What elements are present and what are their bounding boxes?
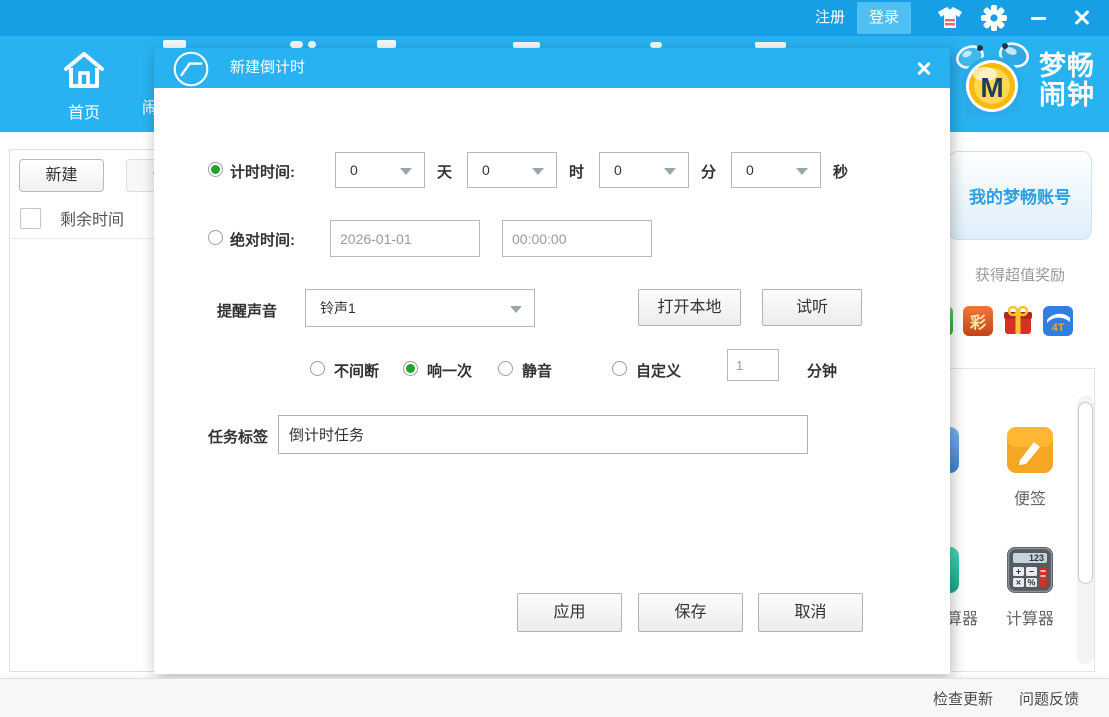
countdown-clock-icon — [162, 50, 220, 93]
topbar: 注册 登录 — [0, 0, 1109, 36]
custom-minutes-unit: 分钟 — [807, 360, 837, 381]
preview-sound-button[interactable]: 试听 — [762, 289, 862, 326]
promo-gift-icon[interactable] — [1003, 306, 1033, 336]
chevron-down-icon — [796, 168, 808, 175]
ring-continuous-radio[interactable] — [310, 361, 325, 376]
column-remaining-time: 剩余时间 — [60, 206, 124, 230]
chevron-down-icon — [400, 168, 412, 175]
cancel-button[interactable]: 取消 — [758, 593, 863, 632]
save-button[interactable]: 保存 — [638, 593, 743, 632]
feedback-link[interactable]: 问题反馈 — [1019, 688, 1079, 709]
hours-dropdown[interactable]: 0 — [467, 152, 557, 188]
sound-label: 提醒声音 — [217, 300, 277, 321]
login-link[interactable]: 登录 — [857, 2, 911, 34]
ring-once-label[interactable]: 响一次 — [427, 360, 472, 381]
new-countdown-dialog: 新建倒计时 计时时间: 0 天 0 时 0 分 0 秒 绝对时间: 2026-0… — [154, 48, 950, 674]
minimize-button[interactable] — [1023, 3, 1053, 33]
dialog-title: 新建倒计时 — [230, 48, 305, 88]
nav-icon-fragment — [308, 41, 316, 48]
promo-4t-icon[interactable]: 4T — [1043, 306, 1073, 336]
skin-shirt-icon[interactable] — [935, 3, 965, 33]
svg-text:×: × — [1016, 578, 1021, 588]
promo-lottery-icon[interactable]: 彩 — [963, 306, 993, 336]
app-window: 注册 登录 — [0, 0, 1109, 717]
rewards-title: 获得超值奖励 — [945, 264, 1095, 285]
alarm-clock-logo-icon: M — [953, 42, 1033, 120]
task-name-input[interactable]: 倒计时任务 — [278, 415, 808, 454]
nav-icon-fragment — [163, 40, 186, 48]
account-label: 我的梦畅账号 — [969, 183, 1071, 208]
calculator-app-label[interactable]: 计算器 — [1006, 605, 1054, 629]
ring-continuous-label[interactable]: 不间断 — [334, 360, 379, 381]
nav-home-label: 首页 — [54, 99, 114, 123]
chevron-down-icon — [532, 168, 544, 175]
chevron-down-icon — [510, 306, 522, 313]
unit-minutes: 分 — [701, 161, 716, 182]
ring-mute-label[interactable]: 静音 — [522, 360, 552, 381]
date-input[interactable]: 2026-01-01 — [330, 220, 480, 257]
unit-days: 天 — [437, 161, 452, 182]
select-all-checkbox[interactable] — [20, 208, 41, 229]
absolute-time-radio[interactable] — [208, 230, 223, 245]
ring-custom-label[interactable]: 自定义 — [636, 360, 681, 381]
timer-time-label: 计时时间: — [230, 161, 295, 182]
svg-text:4T: 4T — [1052, 322, 1065, 334]
open-local-button[interactable]: 打开本地 — [638, 289, 741, 326]
window-close-button[interactable] — [1067, 3, 1097, 33]
chevron-down-icon — [664, 168, 676, 175]
svg-text:%: % — [1027, 578, 1035, 588]
new-task-button[interactable]: 新建 — [19, 159, 104, 192]
scrollbar-thumb[interactable] — [1078, 402, 1093, 584]
ring-once-radio[interactable] — [403, 361, 418, 376]
nav-icon-fragment — [377, 40, 396, 48]
register-link[interactable]: 注册 — [803, 2, 857, 34]
time-input[interactable]: 00:00:00 — [502, 220, 652, 257]
days-dropdown[interactable]: 0 — [335, 152, 425, 188]
absolute-time-label: 绝对时间: — [230, 229, 295, 250]
settings-gear-icon[interactable] — [979, 3, 1009, 33]
statusbar: 检查更新 问题反馈 — [0, 678, 1109, 717]
timer-time-radio[interactable] — [208, 162, 223, 177]
dialog-close-button[interactable] — [912, 56, 936, 80]
nav-home[interactable]: 首页 — [54, 50, 114, 123]
notes-app-label[interactable]: 便签 — [1014, 485, 1046, 509]
account-card[interactable]: 我的梦畅账号 — [948, 151, 1092, 240]
app-name: 梦畅 闹钟 — [1039, 52, 1095, 110]
svg-text:+: + — [1016, 567, 1021, 577]
task-label: 任务标签 — [208, 426, 268, 447]
unit-seconds: 秒 — [833, 161, 848, 182]
notes-app-icon[interactable] — [1007, 427, 1053, 473]
unit-hours: 时 — [569, 161, 584, 182]
svg-text:−: − — [1029, 567, 1034, 577]
ringtone-dropdown[interactable]: 铃声1 — [305, 289, 535, 327]
seconds-dropdown[interactable]: 0 — [731, 152, 821, 188]
svg-text:123: 123 — [1029, 553, 1044, 563]
calculator-app-icon[interactable]: 123 + − × % — [1007, 547, 1053, 593]
ring-mute-radio[interactable] — [498, 361, 513, 376]
home-icon — [62, 50, 106, 90]
app-logo: M 梦畅 闹钟 — [953, 42, 1095, 120]
minutes-dropdown[interactable]: 0 — [599, 152, 689, 188]
nav-icon-fragment — [290, 41, 303, 48]
dialog-titlebar: 新建倒计时 — [154, 48, 950, 88]
ring-custom-radio[interactable] — [612, 361, 627, 376]
custom-minutes-input[interactable]: 1 — [727, 349, 779, 381]
apply-button[interactable]: 应用 — [517, 593, 622, 632]
svg-text:M: M — [980, 72, 1003, 103]
check-update-link[interactable]: 检查更新 — [933, 688, 993, 709]
